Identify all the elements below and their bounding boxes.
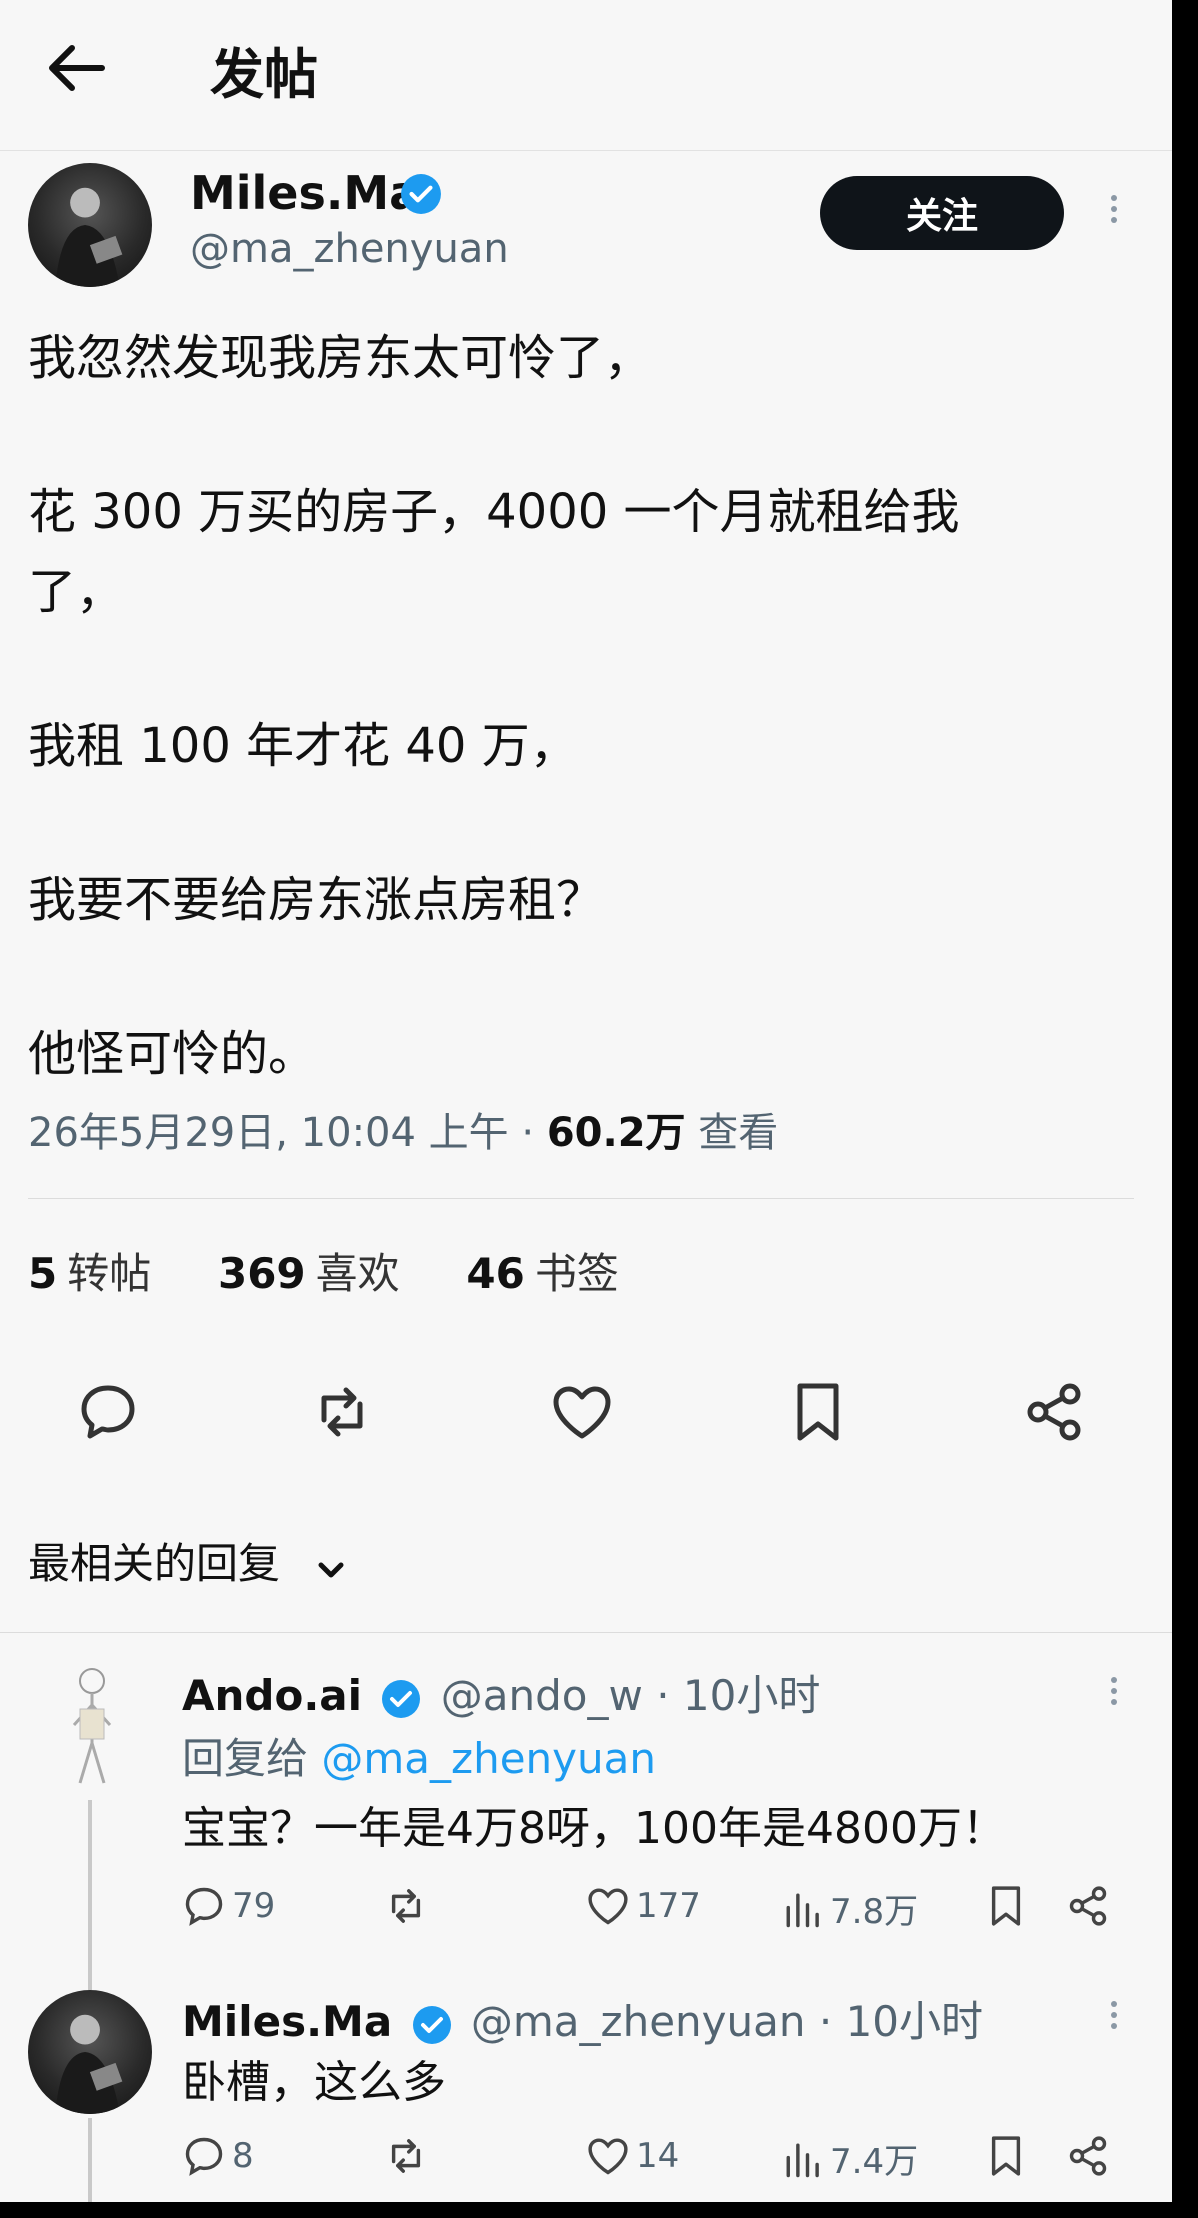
reply-more-options-icon[interactable] [1104, 1996, 1124, 2040]
reply-to-line: 回复给 @ma_zhenyuan [182, 1725, 656, 1786]
post-text-line: 我忽然发现我房东太可怜了， [28, 330, 653, 386]
repost-icon [391, 2139, 421, 2173]
reposts-label[interactable]: 转帖 [67, 1249, 151, 1298]
share-icon[interactable] [1022, 1380, 1086, 1444]
author-name[interactable]: Miles.Ma [190, 166, 420, 220]
repost-icon [391, 1889, 421, 1923]
like-count: 177 [636, 1886, 701, 1926]
reply-repost-action[interactable] [384, 1884, 434, 1928]
verified-badge-icon [400, 173, 442, 215]
reply-like-action[interactable]: 177 [586, 1884, 701, 1928]
likes-label[interactable]: 喜欢 [316, 1249, 400, 1298]
reply-author-name[interactable]: Miles.Ma [182, 1997, 392, 2046]
more-options-icon[interactable] [1104, 190, 1124, 234]
post-text-line: 了， [28, 564, 125, 620]
post-stats: 5 转帖 369 喜欢 46 书签 [28, 1240, 619, 1301]
bookmarks-count[interactable]: 46 [466, 1249, 524, 1298]
chevron-down-icon [313, 1549, 349, 1585]
reply-repost-action[interactable] [384, 2134, 434, 2178]
verified-badge-icon [412, 2005, 452, 2045]
reposts-count[interactable]: 5 [28, 1249, 57, 1298]
post-text-line: 他怪可怜的。 [28, 1026, 317, 1082]
reply-author-name[interactable]: Ando.ai [182, 1671, 362, 1720]
reply-time: 10小时 [845, 1997, 984, 2046]
reply-separator: · [656, 1671, 683, 1720]
reply-header: Ando.ai @ando_w · 10小时 [182, 1662, 820, 1723]
reply-comment-action[interactable]: 79 [182, 1884, 275, 1928]
back-arrow-icon[interactable] [44, 36, 108, 100]
meta-separator: · [521, 1110, 547, 1156]
views-count: 7.4万 [830, 2142, 919, 2182]
reply-text: 卧槽，这么多 [182, 2057, 446, 2108]
reply-time: 10小时 [682, 1671, 821, 1720]
reply-to-label: 回复给 [182, 1734, 309, 1783]
page-title: 发帖 [210, 43, 318, 106]
reply-header: Miles.Ma @ma_zhenyuan · 10小时 [182, 1988, 983, 2049]
reply-views-action[interactable]: 7.4万 [780, 2134, 918, 2183]
reply-author-avatar[interactable] [28, 1990, 152, 2114]
reply-avatar-figure[interactable] [52, 1665, 132, 1795]
like-icon [588, 1888, 628, 1925]
author-avatar[interactable] [28, 163, 152, 287]
author-handle[interactable]: @ma_zhenyuan [190, 226, 509, 272]
post-datetime[interactable]: 26年5月29日, 10:04 上午 [28, 1110, 509, 1156]
view-label: 查看 [698, 1110, 779, 1156]
post-detail-screen: 发帖 Miles.Ma @ma_zhenyuan 关注 我忽然发现我房东太可怜了… [0, 0, 1172, 2202]
replies-sort-label: 最相关的回复 [28, 1539, 281, 1588]
reply-share-action[interactable] [1066, 1884, 1116, 1928]
post-text-line: 花 300 万买的房子，4000 一个月就租给我 [28, 484, 960, 540]
reply-author-handle[interactable]: @ando_w [441, 1671, 643, 1720]
bookmark-icon [991, 1886, 1021, 1926]
bookmark-icon[interactable] [786, 1380, 850, 1444]
bookmark-icon [991, 2136, 1021, 2176]
post-text-line: 我租 100 年才花 40 万， [28, 718, 578, 774]
reply-author-handle[interactable]: @ma_zhenyuan [471, 1997, 806, 2046]
views-count: 7.8万 [830, 1892, 919, 1932]
top-bar: 发帖 [0, 0, 1172, 151]
reply-bookmark-action[interactable] [984, 2134, 1034, 2178]
replies-sort-dropdown[interactable]: 最相关的回复 [28, 1530, 349, 1591]
comment-icon [185, 2137, 223, 2176]
comment-count: 79 [232, 1886, 276, 1926]
reply-share-action[interactable] [1066, 2134, 1116, 2178]
repost-icon[interactable] [310, 1380, 374, 1444]
views-chart-icon [786, 1893, 819, 1927]
likes-count[interactable]: 369 [218, 1249, 306, 1298]
bookmarks-label[interactable]: 书签 [535, 1249, 619, 1298]
reply-more-options-icon[interactable] [1104, 1672, 1124, 1716]
views-chart-icon [786, 2143, 819, 2177]
reply-bookmark-action[interactable] [984, 1884, 1034, 1928]
view-count: 60.2万 [546, 1110, 686, 1156]
divider [28, 1198, 1134, 1199]
reply-like-action[interactable]: 14 [586, 2134, 679, 2178]
like-icon [588, 2138, 628, 2175]
comment-count: 8 [232, 2136, 254, 2176]
reply-comment-action[interactable]: 8 [182, 2134, 254, 2178]
reply-text: 宝宝？一年是4万8呀，100年是4800万！ [182, 1803, 1006, 1854]
post-meta: 26年5月29日, 10:04 上午 · 60.2万 查看 [28, 1100, 778, 1158]
reply-icon[interactable] [76, 1380, 140, 1444]
thread-line [88, 2118, 92, 2202]
reply-separator: · [818, 1997, 846, 2046]
divider [0, 1632, 1172, 1633]
share-icon [1069, 2136, 1107, 2176]
share-icon [1069, 1886, 1107, 1926]
like-icon[interactable] [550, 1380, 614, 1444]
like-count: 14 [636, 2136, 680, 2176]
reply-views-action[interactable]: 7.8万 [780, 1884, 918, 1933]
thread-line [88, 1800, 92, 1990]
comment-icon [185, 1887, 223, 1926]
verified-badge-icon [381, 1679, 421, 1719]
follow-button[interactable]: 关注 [820, 176, 1064, 250]
post-text-line: 我要不要给房东涨点房租？ [28, 872, 605, 928]
reply-to-handle[interactable]: @ma_zhenyuan [321, 1734, 656, 1783]
